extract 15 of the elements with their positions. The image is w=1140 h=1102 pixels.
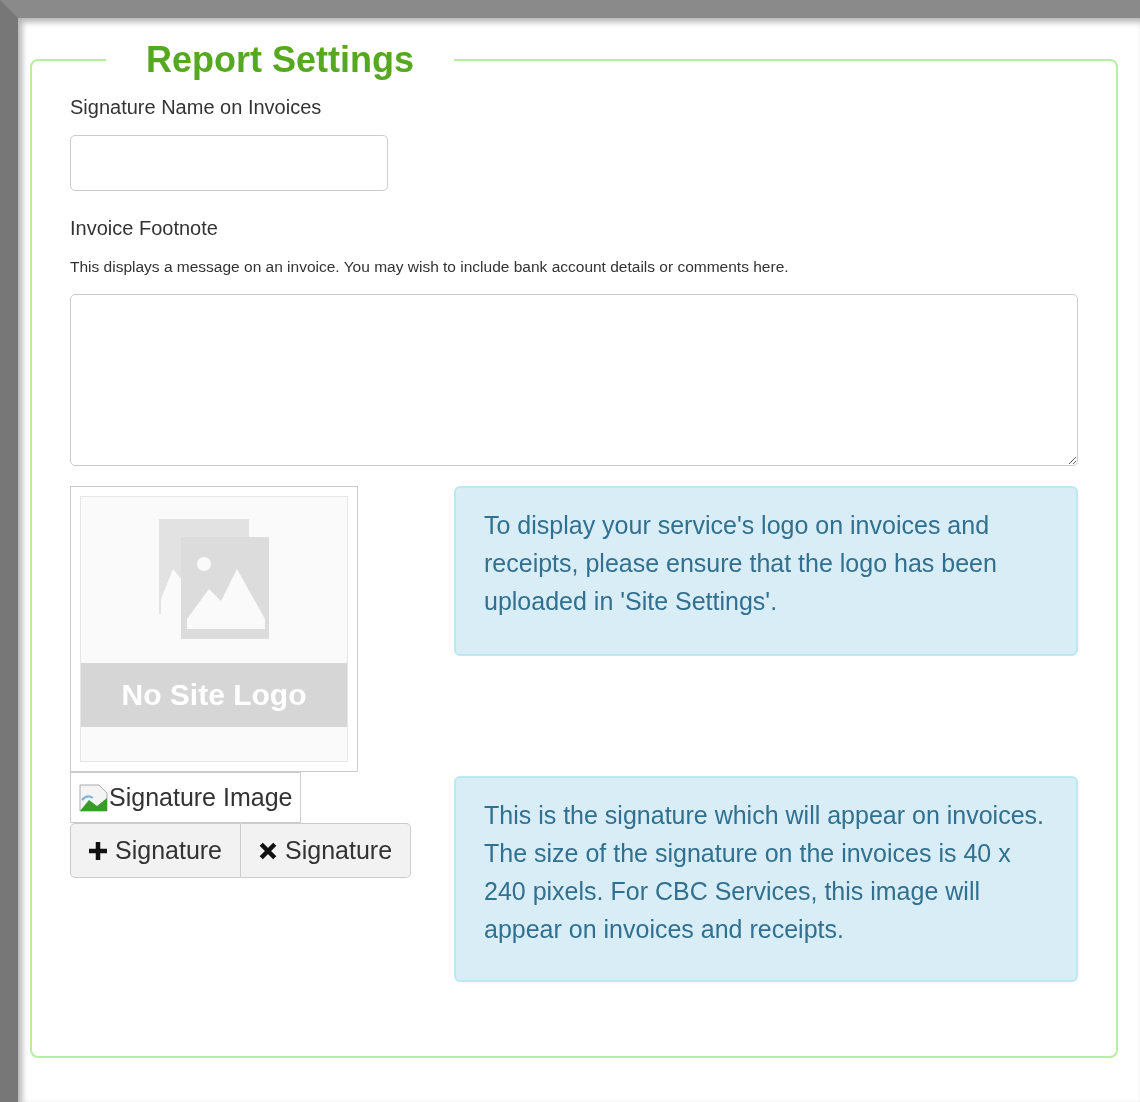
panel-title: Report Settings xyxy=(145,40,415,80)
remove-signature-button[interactable]: Signature xyxy=(241,823,412,878)
info-alert: This is the signature which will appear on invoices. The size of the signature on the invoices is 40 x 240 pixels. For CBC Services, this image will appear on invoices and receipts. xyxy=(454,776,1078,982)
field-label: Invoice Footnote xyxy=(70,217,219,240)
add-signature-button[interactable]: Signature xyxy=(70,823,242,878)
broken-image-icon xyxy=(79,783,109,812)
field-label: Signature Name on Invoices xyxy=(70,96,323,119)
help-text: This displays a message on an invoice. You may wish to include bank account details or comments here. xyxy=(70,258,790,276)
signature-name-field[interactable] xyxy=(70,135,388,191)
plus-icon xyxy=(89,841,107,860)
close-icon xyxy=(259,841,278,860)
image-placeholder-icon xyxy=(159,519,269,639)
info-alert: To display your service's logo on invoices and receipts, please ensure that the logo has been uploaded in 'Site Settings'. xyxy=(454,486,1078,656)
alt-text: Signature Image xyxy=(109,783,293,812)
footnote-field[interactable] xyxy=(70,294,1078,466)
